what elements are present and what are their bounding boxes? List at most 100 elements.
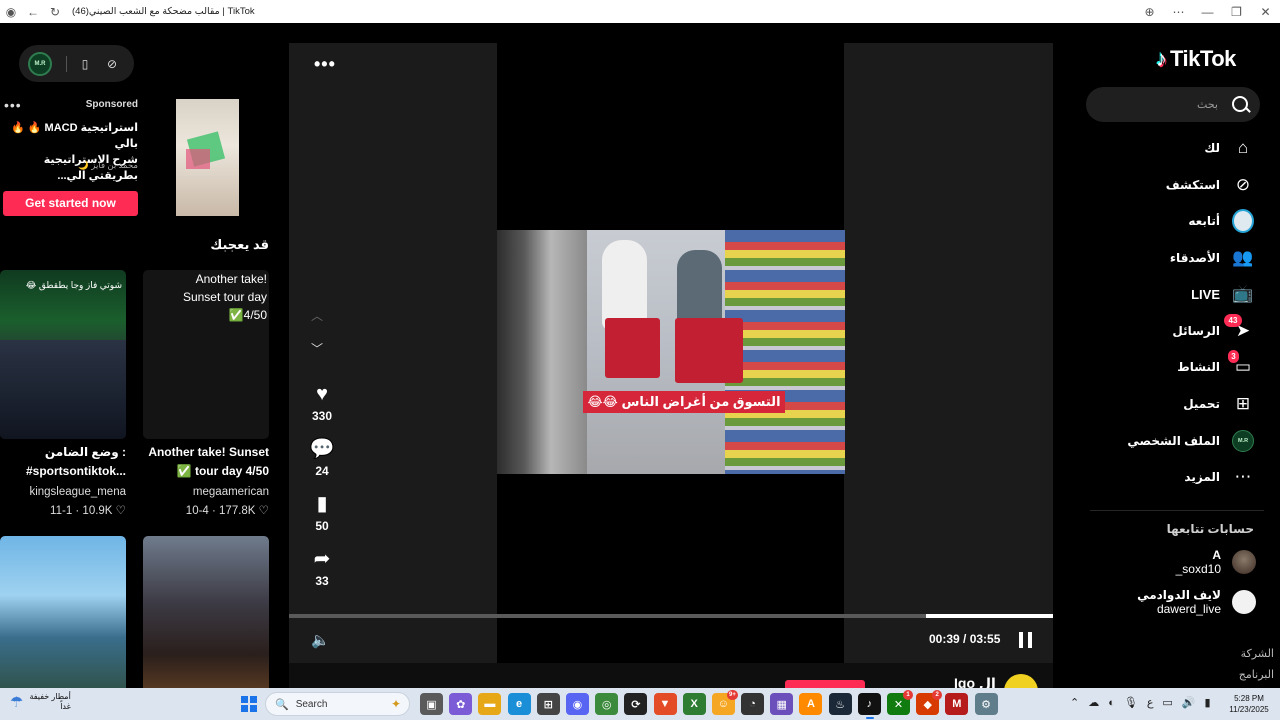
video-thumbnail[interactable]: Another take! Sunset tour day ✅4/50 (143, 270, 269, 439)
taskbar-search[interactable]: 🔍 Search ✦ (265, 692, 410, 716)
ad-thumbnail[interactable] (176, 99, 239, 216)
video-thumbnail[interactable] (0, 536, 126, 688)
like-button[interactable]: ♥ 330 (304, 381, 340, 425)
tiktok-taskbar-icon[interactable]: ♪ (857, 693, 881, 719)
sidebar-item-explore[interactable]: استكشف ⊘ (1086, 171, 1254, 199)
previous-video-icon[interactable]: ︿ (311, 307, 323, 324)
sidebar-item-live[interactable]: LIVE 📺 (1086, 280, 1254, 308)
thumb-line: ✅4/50 (228, 308, 267, 322)
menu-dots-icon[interactable]: ⋯ (1164, 0, 1193, 23)
tiktok-app-icon: ◉ (5, 4, 17, 19)
battery-icon[interactable]: ▮ (1205, 696, 1211, 709)
search-box[interactable] (1086, 87, 1260, 122)
notification-badge: 1 (903, 690, 913, 700)
phone-icon[interactable]: ▯ (76, 55, 94, 73)
get-started-button[interactable]: Get started now (3, 191, 138, 216)
language-indicator[interactable]: ع (1147, 696, 1154, 709)
settings-icon[interactable]: ⚙ (974, 693, 998, 715)
close-icon[interactable]: ✕ (1251, 0, 1280, 23)
store-icon[interactable]: ⊞ (536, 693, 560, 715)
minimize-icon[interactable]: — (1193, 0, 1222, 23)
logo-text: TikTok (1170, 46, 1236, 71)
account-handle: dawerd_live (1156, 602, 1221, 616)
card-author[interactable]: kingsleague_mena (0, 486, 126, 498)
xbox-icon[interactable]: ✕ 1 (887, 690, 913, 715)
sync-icon[interactable]: ⟳ (624, 693, 648, 715)
sidebar-item-upload[interactable]: تحميل ⊞ (1086, 390, 1254, 418)
follow-button[interactable] (785, 680, 865, 688)
start-button[interactable] (241, 696, 257, 712)
sidebar-item-activity[interactable]: النشاط ▭ 3 (1086, 350, 1254, 381)
footer-link[interactable]: الشركة (1241, 647, 1274, 660)
sidebar-item-label: LIVE (1191, 286, 1220, 302)
sidebar-item-profile[interactable]: الملف الشخصي M.R (1086, 427, 1254, 455)
game-launcher-icon[interactable]: ◆ 2 (916, 690, 943, 715)
onedrive-icon[interactable]: ☁ (1088, 696, 1099, 709)
following-account[interactable]: A _soxd10 (1086, 547, 1256, 577)
video-player[interactable]: التسوق من أغراض الناس 😂😂 ••• ︿ ﹀ ♥ 330 💬… (289, 43, 1053, 663)
sidebar-item-for-you[interactable]: لك ⌂ (1086, 134, 1254, 162)
network-icon[interactable]: ▭ (1162, 696, 1172, 709)
compass-icon: ⊘ (1235, 175, 1251, 194)
ad-more-icon[interactable]: ••• (4, 97, 22, 113)
pause-button[interactable] (1019, 632, 1033, 648)
brave-icon[interactable]: ▼ (653, 693, 677, 715)
clock-date: 11/23/2025 (1229, 705, 1269, 714)
zoom-icon[interactable]: ⊕ (1135, 0, 1164, 23)
steam-icon[interactable]: ♨ (828, 693, 852, 715)
task-view-icon[interactable]: ▣ (420, 693, 443, 715)
card-author[interactable]: megaamerican (143, 486, 269, 498)
card-title[interactable]: Another take! Sunset ✅ tour day 4/50 (143, 443, 269, 481)
save-button[interactable]: ▮ 50 (304, 491, 340, 535)
more-icon: ⋯ (1234, 467, 1252, 486)
chrome-icon[interactable]: ◎ (595, 693, 619, 715)
upload-icon: ⊞ (1235, 394, 1251, 413)
messages-icon: ➤ 43 (1224, 314, 1254, 342)
back-icon[interactable]: ← (22, 0, 44, 23)
reload-icon[interactable]: ↻ (44, 0, 66, 23)
video-thumbnail[interactable]: شوتي فاز وجا يطقطق 😂 (0, 270, 126, 439)
discord-icon[interactable]: ◉ (565, 693, 589, 715)
sidebar-item-more[interactable]: المزيد ⋯ (1086, 463, 1254, 491)
more-options-icon[interactable]: ••• (314, 54, 336, 75)
card-title[interactable]: وضع الضامن : #sportsontiktok... (0, 443, 126, 481)
footer-link[interactable]: البرنامج (1239, 668, 1274, 681)
weather-widget[interactable]: ☂ أمطار خفيفة غداً (10, 692, 71, 712)
thumb-overlay-text: شوتي فاز وجا يطقطق 😂 (25, 280, 122, 290)
messenger-icon[interactable]: ☺ 9+ (711, 690, 738, 715)
ad-text[interactable]: استراتيجية MACD 🔥 🔥 بالي شرح الاستراتيجي… (2, 120, 138, 184)
defender-icon[interactable]: ◐ (1108, 697, 1115, 709)
compass-icon[interactable]: ⊘ (103, 55, 121, 73)
avatar (1232, 209, 1254, 233)
speaker-icon[interactable]: 🔊 (1182, 696, 1196, 709)
video-content[interactable]: التسوق من أغراض الناس 😂😂 (497, 230, 845, 474)
microphone-icon[interactable]: 🎙 (1124, 696, 1138, 709)
restore-icon[interactable]: ❐ (1222, 0, 1251, 23)
excel-icon[interactable]: X (682, 693, 706, 715)
tiktok-logo[interactable]: ♪ TikTok (1156, 46, 1236, 72)
search-input[interactable] (1098, 87, 1218, 122)
copilot-icon[interactable]: ✿ (449, 693, 473, 715)
edge-icon[interactable]: e (507, 693, 531, 715)
sidebar-item-messages[interactable]: الرسائل ➤ 43 (1086, 314, 1254, 345)
obs-icon[interactable]: ◔ (741, 693, 765, 715)
taskbar-search-label: Search (295, 698, 328, 710)
clock[interactable]: 5:28 PM 11/23/2025 (1228, 693, 1270, 715)
following-account[interactable]: لايف الدوادمي dawerd_live (1086, 587, 1256, 617)
search-icon[interactable] (1232, 96, 1248, 112)
adobe-icon[interactable]: A (799, 693, 823, 715)
next-video-icon[interactable]: ﹀ (311, 340, 323, 357)
mcafee-icon[interactable]: M (945, 693, 969, 715)
comment-button[interactable]: 💬 24 (304, 436, 340, 480)
volume-icon[interactable]: 🔈 (311, 631, 330, 649)
avatar[interactable]: M.R (28, 51, 52, 76)
twitch-icon[interactable]: ▦ (770, 693, 794, 715)
next-video-strip: Igo ال (289, 663, 1053, 708)
sidebar-item-following[interactable]: أتابعه (1086, 207, 1254, 235)
ad-author[interactable]: محمد بن فايز 🌙 (40, 160, 138, 171)
sidebar-item-friends[interactable]: الأصدقاء 👥 (1086, 244, 1254, 272)
chevron-up-icon[interactable]: ⌃ (1070, 696, 1079, 709)
file-explorer-icon[interactable]: ▬ (478, 693, 502, 715)
share-button[interactable]: ➦ 33 (304, 546, 340, 590)
video-thumbnail[interactable] (143, 536, 269, 688)
